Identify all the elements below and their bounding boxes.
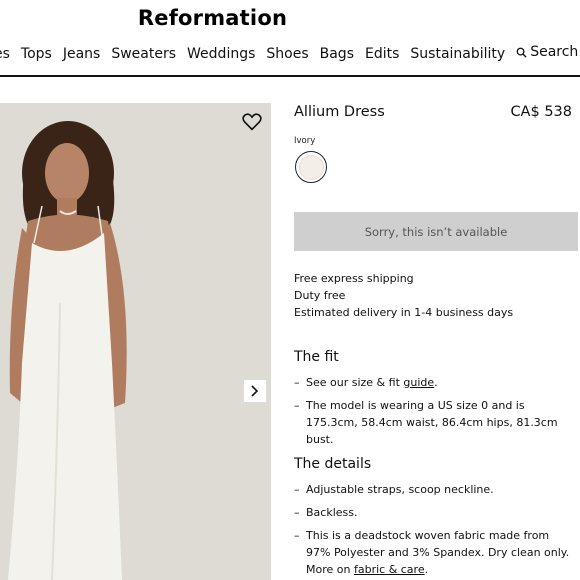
fit-item-text: See our size & fit — [306, 376, 404, 389]
details-item-suffix: . — [424, 563, 429, 576]
details-item-text: Adjustable straps, scoop neckline. — [306, 483, 494, 496]
heart-icon[interactable] — [242, 113, 262, 131]
details-item-text: This is a deadstock woven fabric made fr… — [306, 529, 570, 576]
header-divider — [0, 75, 580, 77]
list-item: – This is a deadstock woven fabric made f… — [294, 529, 570, 576]
shipping-info: Free express shipping Duty free Estimate… — [294, 270, 513, 321]
brand-logo[interactable]: Reformation — [0, 6, 425, 30]
nav-item-sweaters[interactable]: Sweaters — [111, 46, 176, 62]
nav-item-jeans[interactable]: Jeans — [63, 46, 101, 62]
main-nav: es Tops Jeans Sweaters Weddings Shoes Bags Edit… — [0, 44, 580, 62]
shipping-line: Duty free — [294, 289, 346, 302]
chevron-right-icon — [251, 385, 259, 397]
list-item: – Backless. — [294, 506, 358, 519]
nav-item-weddings[interactable]: Weddings — [187, 46, 255, 62]
list-item: – The model is wearing a US size 0 and is… — [294, 397, 576, 448]
nav-item-bags[interactable]: Bags — [320, 46, 354, 62]
list-item: – Adjustable straps, scoop neckline. — [294, 483, 494, 496]
next-image-button[interactable] — [243, 379, 267, 403]
color-swatch-ivory[interactable] — [295, 151, 327, 183]
size-guide-link[interactable]: guide — [403, 376, 434, 389]
details-list: – Adjustable straps, scoop neckline. – Bac… — [294, 481, 576, 580]
shipping-line: Estimated delivery in 1-4 business days — [294, 306, 514, 319]
unavailable-button[interactable]: Sorry, this isn’t available — [294, 212, 578, 251]
search-label: Search — [530, 44, 579, 60]
shipping-line: Free express shipping — [294, 272, 414, 285]
model-photo — [0, 103, 271, 580]
nav-item-shoes[interactable]: Shoes — [266, 46, 308, 62]
color-label: Ivory — [294, 136, 316, 146]
product-title: Allium Dress — [294, 104, 385, 120]
swatch-fill — [298, 154, 324, 180]
fabric-care-link[interactable]: fabric & care — [354, 563, 425, 576]
search-icon — [516, 47, 527, 58]
fit-list: – See our size & fit guide. – The model is… — [294, 374, 576, 454]
fit-item-suffix: . — [434, 376, 438, 389]
fit-item-text: The model is wearing a US size 0 and is … — [306, 399, 558, 446]
product-price: CA$ 538 — [510, 104, 572, 120]
nav-item-tops[interactable]: Tops — [21, 46, 52, 62]
nav-search[interactable]: Search — [516, 44, 578, 60]
product-image[interactable] — [0, 103, 271, 580]
details-heading: The details — [294, 456, 372, 472]
nav-item-edits[interactable]: Edits — [365, 46, 399, 62]
fit-heading: The fit — [294, 349, 339, 365]
list-item: – See our size & fit guide. — [294, 376, 438, 389]
details-item-text: Backless. — [306, 506, 358, 519]
nav-item-sustainability[interactable]: Sustainability — [410, 46, 505, 62]
nav-item-dresses[interactable]: es — [0, 46, 10, 62]
